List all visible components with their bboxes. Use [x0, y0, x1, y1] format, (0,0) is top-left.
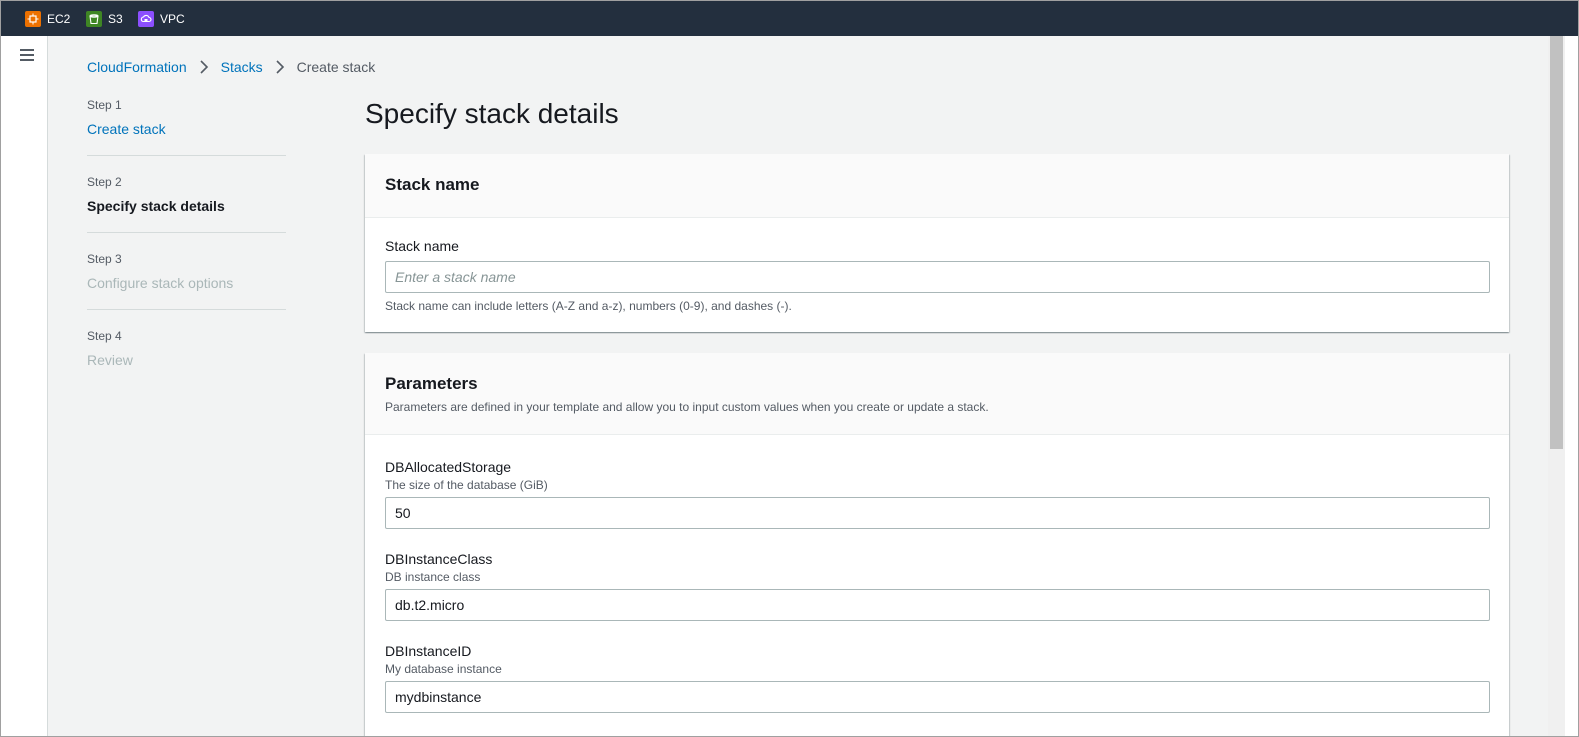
panel-header: Stack name [365, 154, 1509, 218]
panel-header: Parameters Parameters are defined in you… [365, 353, 1509, 435]
input-value: 50 [395, 505, 411, 521]
top-navigation-bar: EC2 S3 VPC [1, 1, 1578, 36]
parameter-label: DBAllocatedStorage [385, 459, 512, 475]
favorite-label: EC2 [47, 12, 71, 26]
panel-body: DBAllocatedStorage The size of the datab… [365, 435, 1509, 713]
breadcrumb-cloudformation[interactable]: CloudFormation [87, 59, 187, 75]
input-value: mydbinstance [395, 689, 482, 705]
breadcrumb-stacks[interactable]: Stacks [221, 59, 263, 75]
step-number: Step 2 [87, 175, 122, 189]
parameter-label: DBInstanceClass [385, 551, 493, 567]
stack-name-placeholder: Enter a stack name [395, 269, 516, 285]
chevron-right-icon [269, 60, 291, 74]
vertical-scrollbar[interactable] [1548, 36, 1565, 736]
db-allocated-storage-input[interactable]: 50 [385, 497, 1490, 529]
favorite-s3[interactable]: S3 [86, 11, 123, 27]
db-instance-id-input[interactable]: mydbinstance [385, 681, 1490, 713]
wizard-step-3: Step 3 Configure stack options [87, 251, 286, 310]
parameter-db-instance-class: DBInstanceClass DB instance class db.t2.… [385, 550, 1490, 621]
parameter-description: The size of the database (GiB) [385, 478, 548, 492]
vpc-icon [138, 11, 154, 27]
wizard-steps: Step 1 Create stack Step 2 Specify stack… [87, 97, 286, 404]
panel-description: Parameters are defined in your template … [385, 400, 989, 414]
favorite-ec2[interactable]: EC2 [25, 11, 70, 27]
breadcrumb-current: Create stack [296, 59, 376, 75]
s3-bucket-icon [86, 11, 102, 27]
step-current-specify-details: Specify stack details [87, 198, 225, 214]
breadcrumb: CloudFormation Stacks Create stack [87, 58, 375, 76]
stack-name-label: Stack name [385, 238, 459, 254]
page-title: Specify stack details [365, 98, 619, 129]
step-link-create-stack[interactable]: Create stack [87, 119, 286, 139]
scrollbar-thumb[interactable] [1550, 36, 1563, 449]
panel-title: Parameters [385, 374, 478, 393]
db-instance-class-input[interactable]: db.t2.micro [385, 589, 1490, 621]
input-value: db.t2.micro [395, 597, 465, 613]
ec2-icon [25, 11, 41, 27]
step-disabled-configure-options: Configure stack options [87, 275, 234, 291]
parameters-panel: Parameters Parameters are defined in you… [365, 353, 1509, 736]
panel-body: Stack name Enter a stack name Stack name… [365, 218, 1509, 313]
favorite-label: VPC [160, 12, 185, 26]
parameter-description: My database instance [385, 662, 502, 676]
side-navigation-rail [7, 36, 48, 736]
stack-name-input[interactable]: Enter a stack name [385, 261, 1490, 293]
step-number: Step 1 [87, 98, 122, 112]
wizard-step-4: Step 4 Review [87, 328, 286, 386]
parameter-description: DB instance class [385, 570, 481, 584]
stack-name-panel: Stack name Stack name Enter a stack name… [365, 154, 1509, 332]
parameter-label: DBInstanceID [385, 643, 472, 659]
window-right-edge [1565, 36, 1578, 736]
panel-title: Stack name [385, 175, 480, 194]
chevron-right-icon [193, 60, 215, 74]
step-number: Step 4 [87, 329, 122, 343]
step-number: Step 3 [87, 252, 122, 266]
parameter-db-instance-id: DBInstanceID My database instance mydbin… [385, 642, 1490, 713]
browser-window: EC2 S3 VPC CloudFormation Stacks Create … [0, 0, 1579, 737]
wizard-step-1: Step 1 Create stack [87, 97, 286, 156]
wizard-step-2: Step 2 Specify stack details [87, 174, 286, 233]
stack-name-hint: Stack name can include letters (A-Z and … [385, 299, 792, 313]
favorite-vpc[interactable]: VPC [138, 11, 185, 27]
favorite-label: S3 [108, 12, 123, 26]
step-disabled-review: Review [87, 352, 133, 368]
menu-icon[interactable] [20, 49, 34, 61]
parameter-db-allocated-storage: DBAllocatedStorage The size of the datab… [385, 458, 1490, 529]
